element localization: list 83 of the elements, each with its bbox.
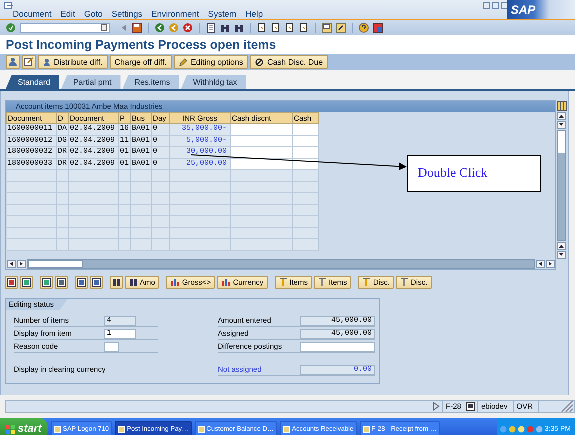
scroll-up-button[interactable] <box>557 242 566 250</box>
deactivate-icon <box>57 278 66 286</box>
layout-icon[interactable] <box>373 22 383 32</box>
select-all-icon <box>7 278 16 286</box>
expand-icon[interactable] <box>433 402 440 411</box>
new-session-icon[interactable] <box>322 22 332 32</box>
person-button[interactable] <box>6 55 20 69</box>
menu-item[interactable]: Settings <box>112 9 143 19</box>
scroll-right-button[interactable] <box>17 260 26 268</box>
menu-item[interactable]: Help <box>246 9 264 19</box>
check-icon[interactable] <box>6 22 16 32</box>
deselect-icon <box>22 278 31 286</box>
print-button[interactable] <box>75 276 88 288</box>
scroll-up-icon <box>559 114 564 118</box>
window-menu-icon[interactable] <box>4 2 14 10</box>
filter-icon <box>92 278 101 286</box>
vertical-scrollbar[interactable] <box>557 130 566 241</box>
pencil-icon <box>178 58 188 66</box>
scroll-down-button[interactable] <box>557 121 566 129</box>
input-field[interactable] <box>300 342 375 352</box>
callout-label: Double Click <box>407 155 541 192</box>
toolbar-button[interactable]: Charge off diff. <box>110 55 172 69</box>
scroll-right-icon <box>548 262 553 266</box>
menu-item[interactable]: Goto <box>84 9 103 19</box>
help-icon[interactable] <box>359 22 369 32</box>
scroll-left-icon <box>538 262 543 266</box>
toolbar-button[interactable]: Editing options <box>174 55 248 69</box>
session-icon[interactable] <box>466 402 476 411</box>
scroll-right-icon <box>19 262 24 266</box>
chart-icon <box>221 277 232 287</box>
no-symbol-icon <box>255 58 264 66</box>
input-field[interactable] <box>104 342 119 352</box>
menu-item[interactable]: Edit <box>60 9 76 19</box>
window-icon <box>198 426 205 432</box>
input-cell[interactable] <box>230 135 293 146</box>
screen-title: Post Incoming Payments Process open items <box>6 38 276 52</box>
scroll-down-button[interactable] <box>557 251 566 259</box>
toolbar-button[interactable]: Cash Disc. Due <box>250 55 328 69</box>
scroll-left-icon <box>9 262 14 266</box>
toolbar-button[interactable]: Distribute diff. <box>38 55 108 69</box>
scroll-down-icon <box>559 253 564 257</box>
person-icon <box>8 57 18 67</box>
scroll-left-button[interactable] <box>7 260 16 268</box>
save-icon[interactable] <box>132 22 142 32</box>
scroll-up-icon <box>559 244 564 248</box>
person-icon <box>43 58 51 66</box>
scroll-up-button[interactable] <box>557 112 566 120</box>
cancel-icon[interactable] <box>183 22 193 32</box>
sap-logo: SAP <box>510 2 537 16</box>
chart-icon <box>170 277 180 287</box>
column-settings-icon[interactable] <box>556 101 566 111</box>
windows-flag-icon <box>6 424 15 434</box>
shortcut-icon[interactable] <box>336 22 346 32</box>
scroll-down-icon <box>559 123 564 127</box>
window-icon <box>118 426 126 432</box>
menu-item[interactable]: System <box>208 9 237 19</box>
window-icon <box>283 426 290 432</box>
resize-grip-icon <box>561 400 574 413</box>
tab[interactable]: Res.items <box>122 75 180 89</box>
print-icon[interactable] <box>206 22 216 32</box>
scroll-left-button[interactable] <box>536 260 545 268</box>
tab[interactable]: Withhldg tax <box>181 75 246 89</box>
deactivate-button[interactable] <box>55 276 68 288</box>
command-field[interactable] <box>20 22 110 32</box>
select-all-button[interactable] <box>5 276 18 288</box>
input-cell[interactable] <box>230 124 293 135</box>
menu-item[interactable]: Document <box>13 9 52 19</box>
back-icon[interactable] <box>155 22 165 32</box>
filter-button[interactable] <box>90 276 103 288</box>
edit-icon <box>24 57 34 67</box>
horizontal-scrollbar[interactable] <box>27 258 535 268</box>
activate-button[interactable] <box>40 276 53 288</box>
edit-button[interactable] <box>22 55 36 69</box>
menu-item[interactable]: Environment <box>152 9 200 19</box>
window-icon <box>54 426 61 432</box>
scroll-right-button[interactable] <box>546 260 555 268</box>
deselect-button[interactable] <box>20 276 33 288</box>
tab[interactable]: Partial pmt <box>61 75 121 89</box>
print-icon <box>77 278 86 286</box>
window-icon <box>362 426 370 432</box>
activate-icon <box>42 278 51 286</box>
tab[interactable]: Standard <box>6 75 60 89</box>
list-icon[interactable] <box>101 24 109 32</box>
